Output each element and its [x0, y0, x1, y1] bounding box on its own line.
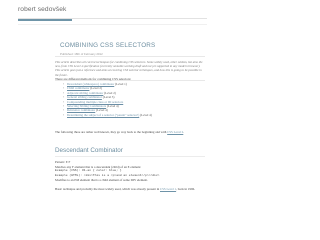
methods-intro: There are different methods for combinin… [55, 77, 132, 81]
header-accent-bar [18, 19, 72, 21]
css-level-1-link[interactable]: CSS Level 1 [160, 187, 176, 191]
history-tail: . [183, 130, 185, 134]
site-title-link[interactable]: robert sedovšek [18, 6, 66, 13]
history-paragraph: The following three are rather well know… [55, 130, 205, 134]
toc-link-compounding[interactable]: Compounding multiple class or ID selecto… [67, 100, 123, 104]
post-title: COMBINING CSS SELECTORS [60, 42, 156, 49]
history-text: The following three are rather well know… [55, 130, 167, 134]
descendant-section-body: Pattern: E F Matches any F element that … [55, 160, 205, 192]
closing-text: Basic technique and probably the most wi… [55, 186, 160, 191]
list-item: Determining the subject of a selector ("… [63, 113, 213, 118]
toc-link-adjacent[interactable]: Adjacent sibling combinator [67, 91, 103, 95]
intro-note-text: This article describes all current techn… [55, 60, 203, 77]
closing-line: Basic technique and probably the most wi… [55, 187, 205, 192]
post-header: COMBINING CSS SELECTORS Published: 18th … [60, 42, 220, 56]
methods-list: Descendant (whitespace) combinator (Leve… [63, 82, 213, 118]
toc-link-descendant[interactable]: Descendant (whitespace) combinator [67, 82, 114, 86]
header-divider-lower [18, 24, 207, 25]
toc-link-reference[interactable]: Reference combinator [67, 108, 95, 112]
toc-link-selecting-siblings[interactable]: Selecting Sibling Combinators [67, 104, 106, 108]
page: robert sedovšek COMBINING CSS SELECTORS … [0, 0, 225, 225]
closing-tail: , back in 1996. [176, 186, 195, 191]
section-divider [55, 156, 205, 157]
toc-link-child[interactable]: Child combinator [67, 86, 89, 90]
css-level-2-link[interactable]: CSS Level 2 [167, 130, 183, 134]
section-heading-descendant: Descendant Combinator [55, 147, 123, 154]
toc-link-subject[interactable]: Determining the subject of a selector ("… [67, 113, 139, 117]
toc-link-general-sibling[interactable]: General sibling combinator [67, 95, 102, 99]
